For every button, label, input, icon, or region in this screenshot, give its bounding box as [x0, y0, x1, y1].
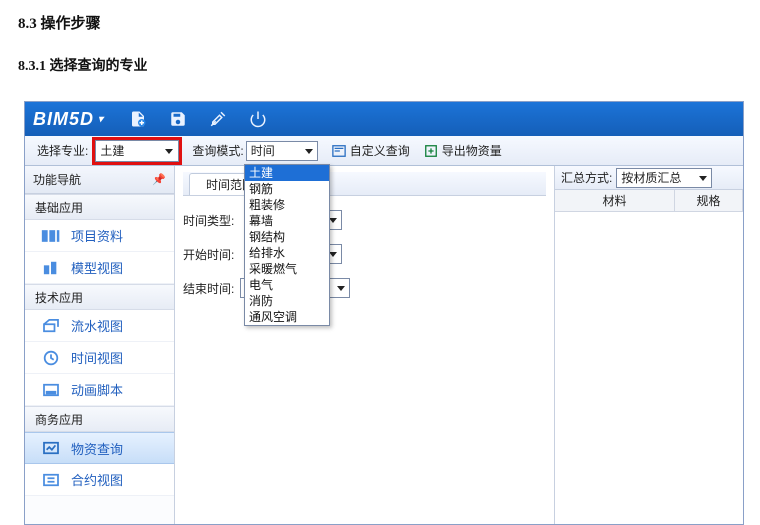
custom-query-icon: [332, 144, 346, 158]
col-spec[interactable]: 规格: [675, 190, 743, 211]
chevron-down-icon: ▾: [98, 114, 104, 125]
sidebar-item-model-view[interactable]: 模型视图: [25, 252, 174, 284]
grid-header: 材料 规格: [555, 190, 743, 212]
dropdown-option[interactable]: 通风空调: [245, 309, 329, 325]
select-major-dropdown[interactable]: 土建: [95, 140, 179, 162]
center-panel: 时间范围 土建 钢筋 粗装修 幕墙 钢结构 给排水 采暖燃气 电气 消防 通风空…: [175, 166, 555, 524]
grid-body: [555, 212, 743, 524]
flow-view-icon: [41, 317, 61, 335]
dropdown-option[interactable]: 粗装修: [245, 197, 329, 213]
sidebar-header: 功能导航 📌: [25, 166, 174, 194]
start-time-label: 开始时间:: [183, 246, 234, 263]
sidebar-group-business[interactable]: 商务应用: [25, 406, 174, 432]
export-button[interactable]: 导出物资量: [424, 142, 502, 159]
project-info-icon: [41, 227, 61, 245]
dropdown-option[interactable]: 幕墙: [245, 213, 329, 229]
tools-icon[interactable]: [208, 109, 228, 129]
select-major-highlight: 土建: [92, 137, 182, 165]
right-panel: 汇总方式: 按材质汇总 材料 规格: [555, 166, 743, 524]
query-mode-label: 查询模式:: [192, 142, 243, 159]
sidebar-item-animation[interactable]: 动画脚本: [25, 374, 174, 406]
model-view-icon: [41, 259, 61, 277]
toolbar: 选择专业: 土建 查询模式: 时间 自定义查询 导出物资量: [25, 136, 743, 166]
product-logo[interactable]: BIM5D ▾: [33, 109, 104, 130]
animation-icon: [41, 381, 61, 399]
export-icon: [424, 144, 438, 158]
sidebar-group-basic[interactable]: 基础应用: [25, 194, 174, 220]
major-dropdown-popup[interactable]: 土建 钢筋 粗装修 幕墙 钢结构 给排水 采暖燃气 电气 消防 通风空调: [244, 164, 330, 326]
dropdown-option[interactable]: 钢筋: [245, 181, 329, 197]
col-material[interactable]: 材料: [555, 190, 675, 211]
dropdown-option[interactable]: 采暖燃气: [245, 261, 329, 277]
sidebar-item-time-view[interactable]: 时间视图: [25, 342, 174, 374]
pin-icon[interactable]: 📌: [152, 173, 166, 186]
app-window: BIM5D ▾ 选择专业: 土建 查询模式: 时间: [24, 101, 744, 525]
sidebar-item-contract-view[interactable]: 合约视图: [25, 464, 174, 496]
end-time-label: 结束时间:: [183, 280, 234, 297]
time-type-label: 时间类型:: [183, 212, 234, 229]
power-icon[interactable]: [248, 109, 268, 129]
dropdown-option[interactable]: 钢结构: [245, 229, 329, 245]
sidebar-item-project-info[interactable]: 项目资料: [25, 220, 174, 252]
dropdown-option[interactable]: 消防: [245, 293, 329, 309]
query-mode-dropdown[interactable]: 时间: [246, 141, 318, 161]
contract-view-icon: [41, 471, 61, 489]
new-icon[interactable]: [128, 109, 148, 129]
summary-mode-dropdown[interactable]: 按材质汇总: [616, 168, 712, 188]
summary-mode-label: 汇总方式:: [561, 169, 612, 186]
sidebar-item-material-query[interactable]: 物资查询: [25, 432, 174, 464]
sidebar-item-flow-view[interactable]: 流水视图: [25, 310, 174, 342]
sidebar: 功能导航 📌 基础应用 项目资料 模型视图 技术应用 流水视图 时间视图: [25, 166, 175, 524]
material-query-icon: [41, 439, 61, 457]
heading-8-3: 8.3 操作步骤: [18, 12, 742, 33]
select-major-label: 选择专业:: [37, 142, 88, 159]
time-view-icon: [41, 349, 61, 367]
dropdown-option[interactable]: 给排水: [245, 245, 329, 261]
save-icon[interactable]: [168, 109, 188, 129]
heading-8-3-1: 8.3.1 选择查询的专业: [18, 55, 742, 75]
sidebar-group-tech[interactable]: 技术应用: [25, 284, 174, 310]
dropdown-option[interactable]: 土建: [245, 165, 329, 181]
center-tab-strip: 时间范围: [183, 172, 546, 196]
dropdown-option[interactable]: 电气: [245, 277, 329, 293]
custom-query-button[interactable]: 自定义查询: [332, 142, 410, 159]
title-bar: BIM5D ▾: [25, 102, 743, 136]
